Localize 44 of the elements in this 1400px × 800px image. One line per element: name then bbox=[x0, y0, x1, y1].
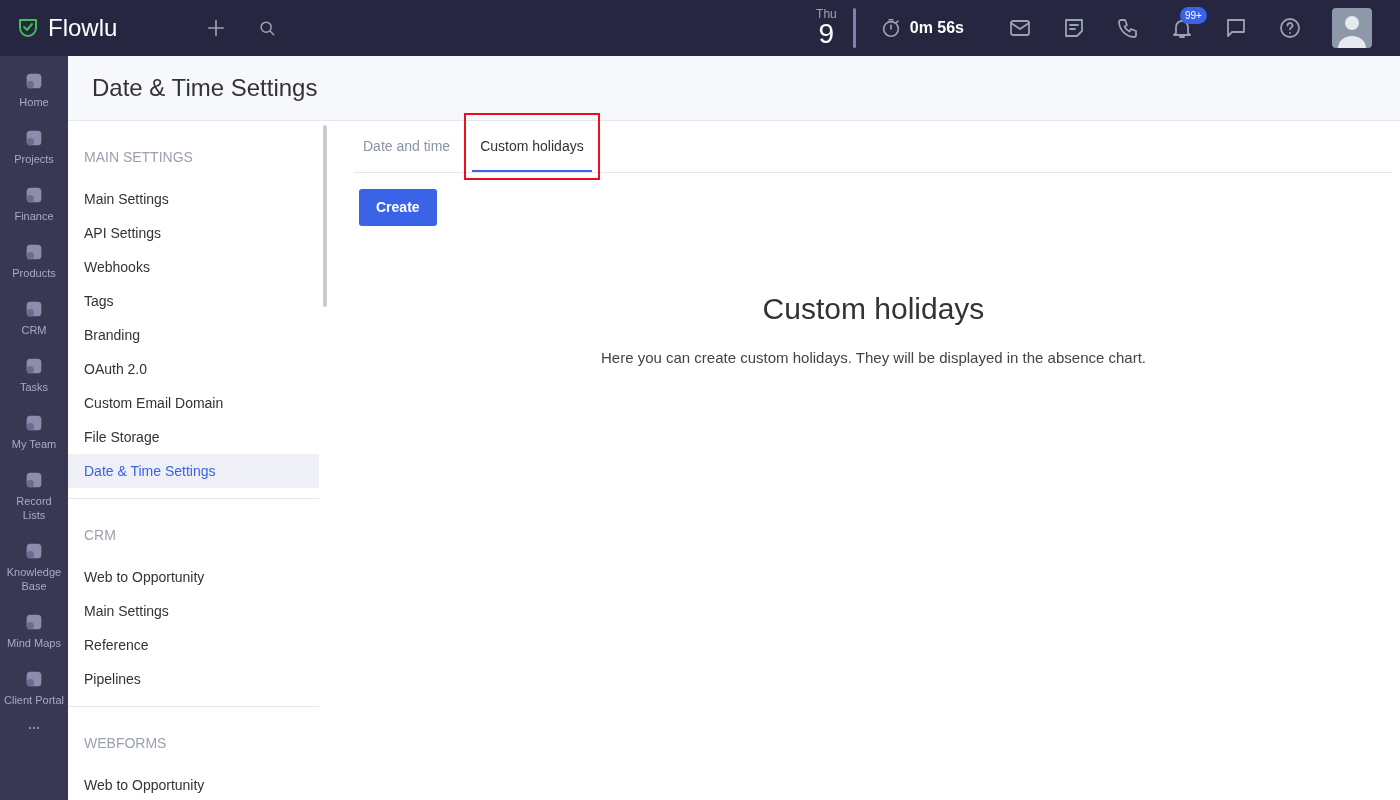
page-title: Date & Time Settings bbox=[92, 73, 318, 103]
logo-text[interactable]: Flowlu bbox=[48, 10, 118, 46]
rail-item[interactable]: Mind Maps bbox=[0, 597, 68, 654]
rail-item[interactable]: Record Lists bbox=[0, 455, 68, 526]
settings-menu-item[interactable]: Web to Opportunity bbox=[68, 560, 319, 594]
rail-item[interactable]: Home bbox=[0, 56, 68, 113]
settings-menu-item[interactable]: Pipelines bbox=[68, 662, 319, 696]
settings-menu-item[interactable]: Date & Time Settings bbox=[68, 454, 319, 488]
settings-menu-item[interactable]: Reference bbox=[68, 628, 319, 662]
section-heading: MAIN SETTINGS bbox=[83, 148, 194, 167]
rail-item[interactable]: My Team bbox=[0, 398, 68, 455]
empty-state-title: Custom holidays bbox=[761, 291, 986, 327]
rail-item[interactable]: CRM bbox=[0, 284, 68, 341]
date-number: 9 bbox=[818, 20, 835, 48]
shield-check-icon bbox=[16, 16, 40, 40]
settings-menu-item[interactable]: Tags bbox=[68, 284, 319, 318]
settings-menu-item[interactable]: Main Settings bbox=[68, 594, 319, 628]
rail-item[interactable]: Client Portal bbox=[0, 654, 68, 711]
section-heading: WEBFORMS bbox=[83, 734, 168, 753]
day-label: Thu bbox=[816, 8, 837, 20]
timer-text[interactable]: 0m 56s bbox=[909, 16, 964, 40]
settings-menu-item[interactable]: Branding bbox=[68, 318, 319, 352]
settings-menu-item[interactable]: Main Settings bbox=[68, 182, 319, 216]
settings-menu-item[interactable]: Webhooks bbox=[68, 250, 319, 284]
empty-state-text: Here you can create custom holidays. They will be displayed in the absence chart. bbox=[600, 348, 1147, 368]
rail-item[interactable]: Finance bbox=[0, 170, 68, 227]
section-heading: CRM bbox=[83, 526, 117, 545]
settings-menu-item[interactable]: OAuth 2.0 bbox=[68, 352, 319, 386]
notification-badge: 99+ bbox=[1180, 6, 1207, 24]
settings-menu-item[interactable]: File Storage bbox=[68, 420, 319, 454]
settings-menu-item[interactable]: API Settings bbox=[68, 216, 319, 250]
chat-bubble-icon[interactable] bbox=[1224, 16, 1248, 40]
phone-icon[interactable] bbox=[1116, 16, 1140, 40]
help-icon[interactable] bbox=[1278, 16, 1302, 40]
rail-item[interactable]: Knowledge Base bbox=[0, 526, 68, 597]
scrollbar[interactable] bbox=[323, 125, 327, 307]
rail-item[interactable]: Tasks bbox=[0, 341, 68, 398]
rail-item[interactable]: Products bbox=[0, 227, 68, 284]
create-button[interactable]: Create bbox=[359, 189, 437, 226]
settings-menu-item[interactable]: Custom Email Domain bbox=[68, 386, 319, 420]
note-icon[interactable] bbox=[1062, 16, 1086, 40]
rail-item[interactable]: Projects bbox=[0, 113, 68, 170]
settings-menu-item[interactable]: Web to Opportunity bbox=[68, 768, 319, 800]
tab[interactable]: Custom holidays bbox=[472, 121, 592, 172]
